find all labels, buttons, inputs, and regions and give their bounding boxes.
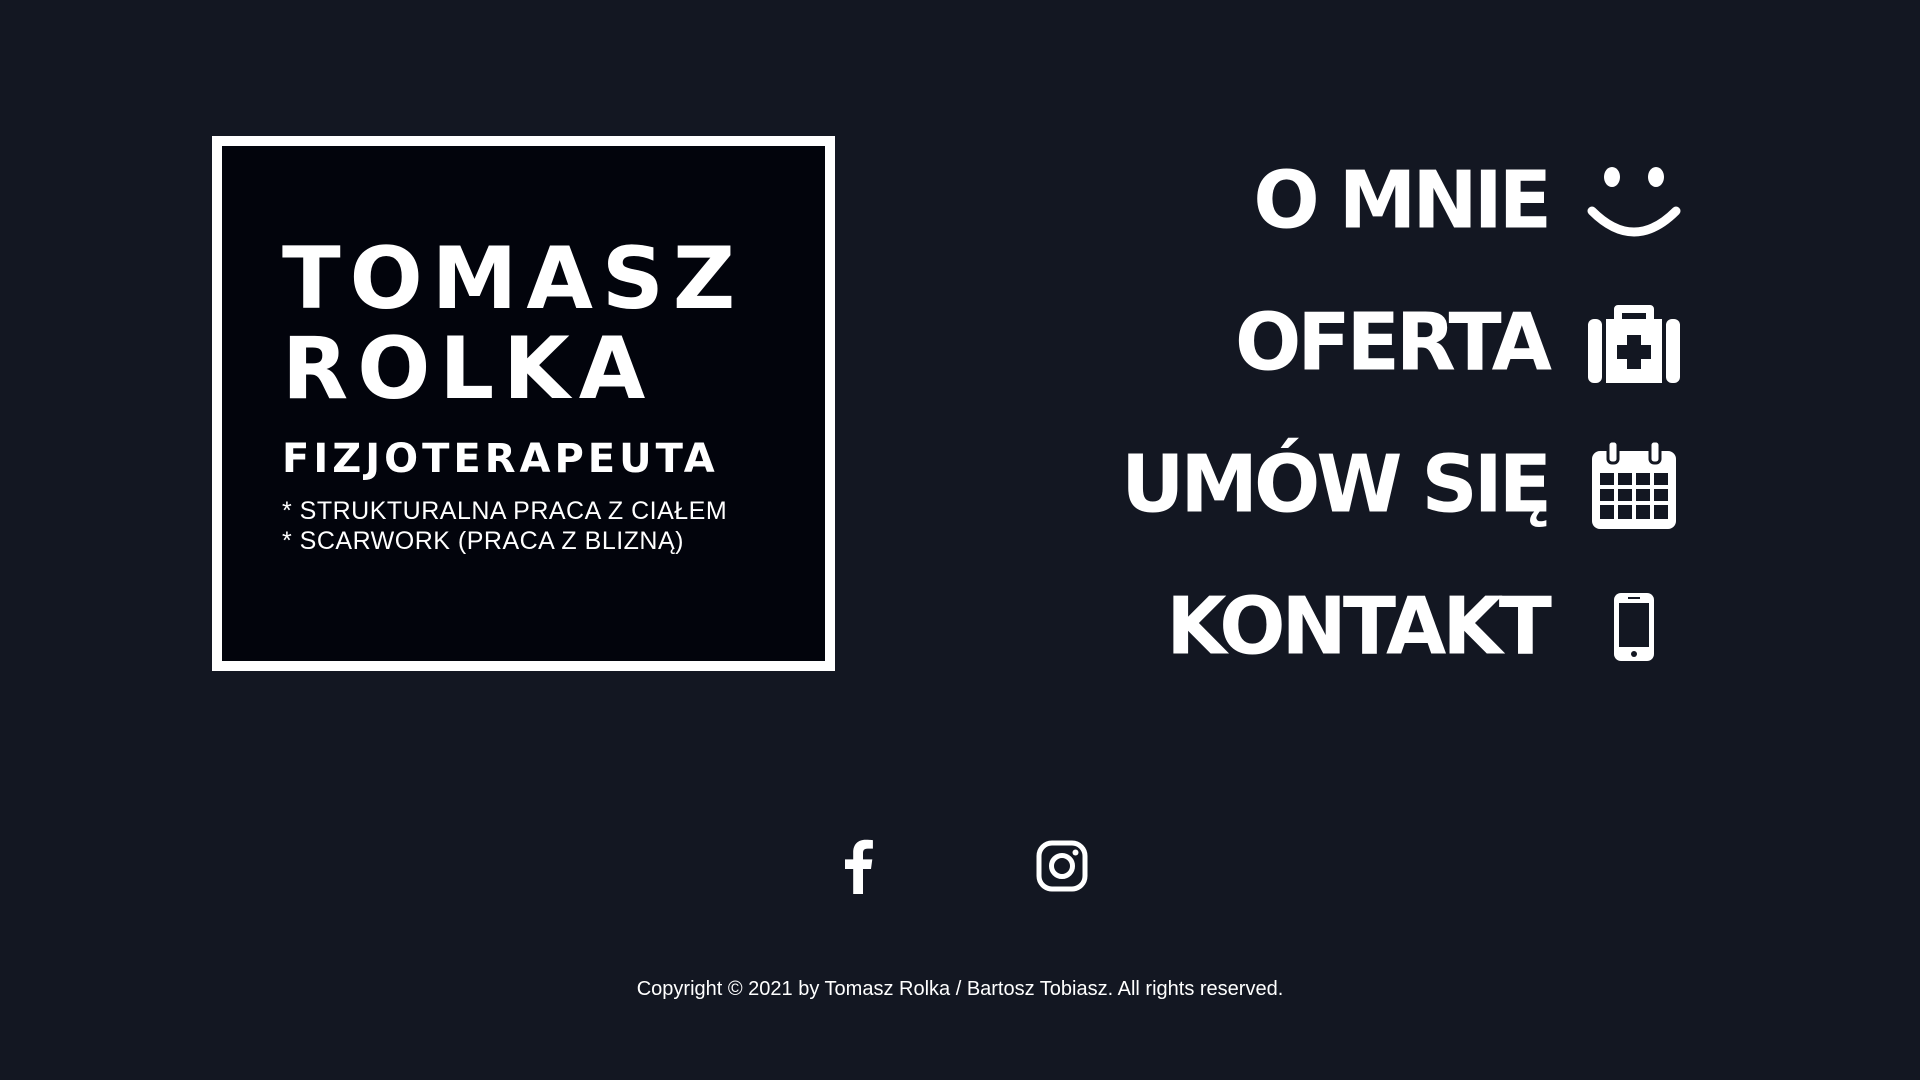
- nav-item-umow-sie[interactable]: UMÓW SIĘ: [884, 414, 1684, 556]
- instagram-icon: [1036, 840, 1088, 897]
- copyright-text: Copyright © 2021 by Tomasz Rolka / Barto…: [636, 978, 1284, 1000]
- facebook-icon: [842, 838, 874, 899]
- logo-specialties: * STRUKTURALNA PRACA Z CIAŁEM * SCARWORK…: [282, 496, 727, 556]
- logo-profession: FIZJOTERAPEUTA: [282, 436, 719, 482]
- nav-item-o-mnie[interactable]: O MNIE: [884, 130, 1684, 272]
- nav-item-kontakt[interactable]: KONTAKT: [884, 556, 1684, 698]
- specialty-item: * STRUKTURALNA PRACA Z CIAŁEM: [282, 497, 728, 525]
- logo-name: TOMASZ ROLKA: [282, 234, 744, 414]
- nav-item-label: KONTAKT: [1166, 581, 1552, 673]
- page: TOMASZ ROLKA FIZJOTERAPEUTA * STRUKTURAL…: [0, 0, 1920, 1080]
- logo-card[interactable]: TOMASZ ROLKA FIZJOTERAPEUTA * STRUKTURAL…: [212, 136, 835, 671]
- nav-item-oferta[interactable]: OFERTA: [884, 272, 1684, 414]
- nav-item-label: O MNIE: [1253, 155, 1552, 247]
- logo-name-first: TOMASZ: [282, 229, 745, 329]
- calendar-icon: [1584, 435, 1684, 535]
- first-aid-kit-icon: [1584, 293, 1684, 393]
- smile-icon: [1584, 151, 1684, 251]
- mobile-phone-icon: [1584, 577, 1684, 677]
- facebook-link[interactable]: [828, 838, 888, 898]
- logo-name-last: ROLKA: [282, 319, 655, 419]
- nav-item-label: UMÓW SIĘ: [1121, 439, 1552, 531]
- instagram-link[interactable]: [1032, 838, 1092, 898]
- specialty-item: * SCARWORK (PRACA Z BLIZNĄ): [282, 527, 684, 555]
- main-nav: O MNIE OFERTA UMÓW SIĘ KONTAKT: [884, 130, 1684, 698]
- nav-item-label: OFERTA: [1235, 297, 1552, 389]
